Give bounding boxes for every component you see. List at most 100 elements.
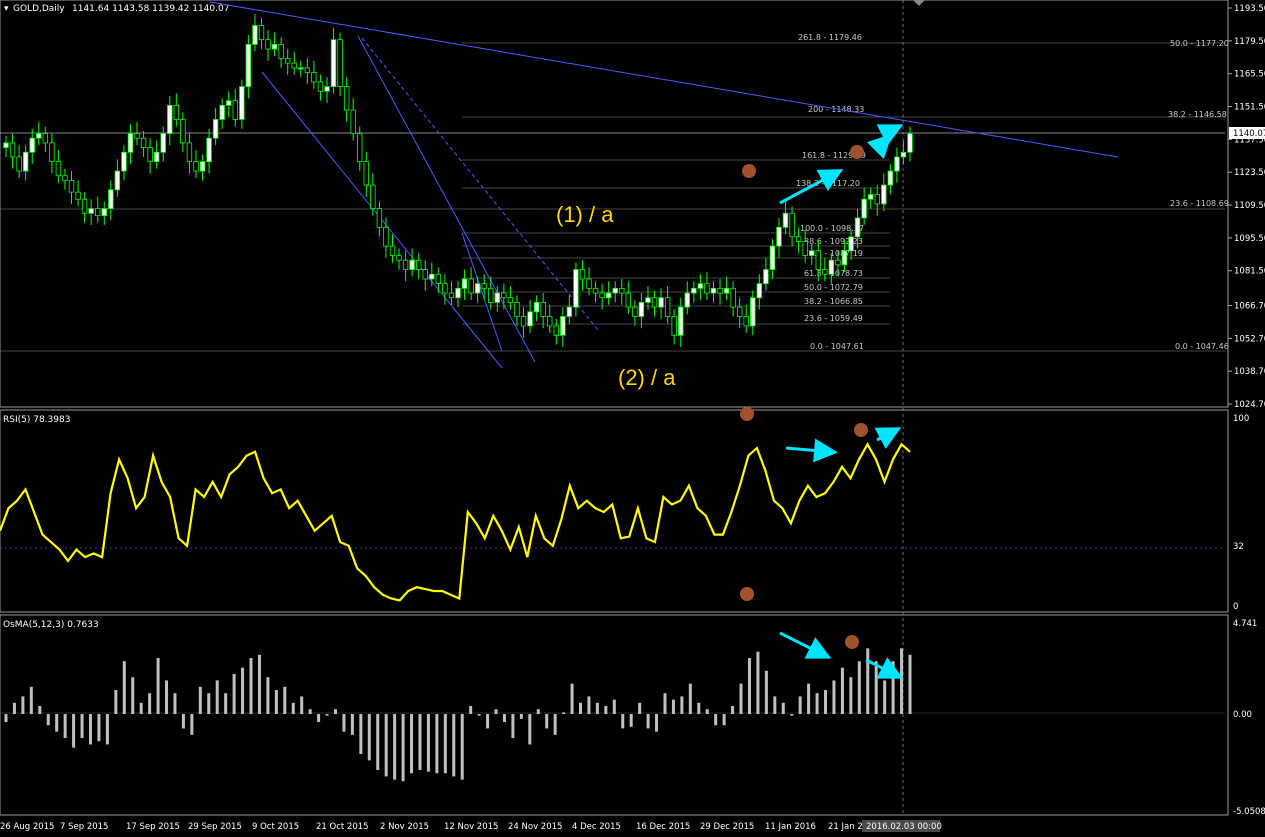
- candle-body: [619, 287, 625, 294]
- candle-body: [81, 198, 88, 214]
- candle-body: [494, 292, 501, 303]
- candle-body: [350, 109, 356, 134]
- time-tick-label: 17 Sep 2015: [126, 822, 180, 832]
- candle-body: [815, 250, 821, 270]
- price-panel[interactable]: [0, 0, 1229, 408]
- candle-body: [186, 142, 193, 163]
- fib-label: 0.0 - 1047.61: [810, 342, 864, 351]
- header-triangle-icon[interactable]: ▾: [4, 4, 9, 14]
- candle-body: [291, 62, 297, 69]
- wave-label-1: (1) / a: [556, 202, 614, 227]
- candle-body: [121, 151, 127, 172]
- candle-body: [252, 25, 258, 45]
- candle-body: [193, 161, 199, 172]
- price-tick-label: 1024.70: [1234, 400, 1265, 410]
- trading-chart[interactable]: ▾ GOLD,Daily 1141.64 1143.58 1139.42 114…: [0, 0, 1265, 837]
- price-tick-label: 1081.50: [1234, 267, 1265, 277]
- candle-body: [769, 245, 776, 270]
- fib-label: 50.0 - 1177.20: [1170, 39, 1229, 48]
- candle-body: [822, 269, 828, 275]
- candle-body: [894, 156, 900, 172]
- candle-body: [298, 67, 304, 70]
- candle-body: [75, 191, 81, 200]
- candle-body: [180, 119, 186, 144]
- candle-body: [756, 283, 763, 299]
- time-tick-label: 9 Oct 2015: [252, 822, 299, 832]
- candle-body: [514, 302, 520, 317]
- time-tick-label: 2 Nov 2015: [380, 822, 429, 832]
- candle-body: [108, 189, 114, 209]
- candle-body: [232, 100, 238, 120]
- candle-body: [802, 241, 808, 256]
- candle-body: [632, 306, 638, 317]
- candle-body: [848, 236, 854, 252]
- rsi-label: RSI(5) 78.3983: [3, 415, 70, 425]
- fib-label: 88.6 - 1092.23: [804, 237, 863, 246]
- time-tick-label: 11 Jan 2016: [765, 822, 816, 832]
- marker-dot: [742, 164, 756, 178]
- rsi-tick-label: 32: [1233, 542, 1244, 552]
- candle-body: [140, 137, 147, 148]
- candle-body: [566, 306, 573, 317]
- fib-label: 0.0 - 1047.46: [1175, 342, 1229, 351]
- candle-body: [730, 287, 736, 308]
- candle-body: [743, 316, 749, 327]
- candle-body: [311, 72, 317, 83]
- time-tick-label: 12 Nov 2015: [444, 822, 498, 832]
- candle-body: [278, 43, 284, 59]
- candle-body: [710, 287, 717, 294]
- candle-body: [36, 133, 42, 139]
- candle-body: [147, 147, 153, 163]
- candle-body: [245, 43, 252, 87]
- price-tick-label: 1066.70: [1234, 301, 1265, 311]
- candle-body: [704, 283, 710, 294]
- candle-body: [448, 292, 455, 299]
- candle-body: [167, 104, 173, 134]
- candle-body: [455, 287, 461, 299]
- candle-body: [343, 86, 350, 111]
- candle-body: [547, 316, 553, 327]
- candle-body: [664, 297, 671, 317]
- candle-body: [553, 325, 559, 336]
- candle-body: [409, 259, 415, 270]
- candle-body: [22, 151, 29, 172]
- candle-body: [62, 175, 68, 181]
- candle-body: [776, 226, 782, 247]
- time-tick-label: 7 Sep 2015: [60, 822, 108, 832]
- candle-body: [488, 287, 494, 303]
- candle-body: [9, 142, 16, 158]
- candle-body: [481, 283, 487, 289]
- marker-dot: [845, 635, 859, 649]
- cursor-time-label: 2016.02.03 00:00: [866, 822, 942, 832]
- fib-label: 50.0 - 1072.79: [804, 283, 863, 292]
- candle-body: [370, 184, 376, 209]
- rsi-tick-label: 0: [1233, 602, 1238, 612]
- price-tick-label: 1165.50: [1234, 70, 1265, 80]
- candle-body: [540, 302, 546, 317]
- candle-body: [88, 208, 94, 214]
- candle-body: [828, 259, 835, 275]
- candle-body: [226, 100, 232, 106]
- candle-body: [723, 287, 730, 294]
- candle-body: [881, 184, 887, 205]
- time-tick-label: 21 Jan 2: [828, 822, 863, 832]
- candle-body: [363, 161, 369, 186]
- price-tick-label: 1151.50: [1234, 103, 1265, 113]
- time-tick-label: 24 Nov 2015: [508, 822, 562, 832]
- fib-label: 100.0 - 1098.37: [800, 224, 864, 233]
- candle-body: [684, 292, 690, 308]
- fib-label: 261.8 - 1179.46: [798, 33, 862, 42]
- candle-body: [376, 208, 383, 228]
- candle-body: [330, 39, 337, 87]
- candle-body: [402, 259, 409, 270]
- candle-body: [691, 287, 697, 294]
- price-tick-label: 1179.50: [1234, 37, 1265, 47]
- candle-body: [206, 137, 212, 163]
- candle-body: [671, 316, 677, 336]
- candle-body: [239, 86, 245, 120]
- candle-body: [317, 81, 324, 92]
- candle-body: [304, 67, 311, 73]
- candle-body: [68, 180, 75, 193]
- candle-body: [573, 269, 579, 308]
- time-tick-label: 16 Dec 2015: [636, 822, 690, 832]
